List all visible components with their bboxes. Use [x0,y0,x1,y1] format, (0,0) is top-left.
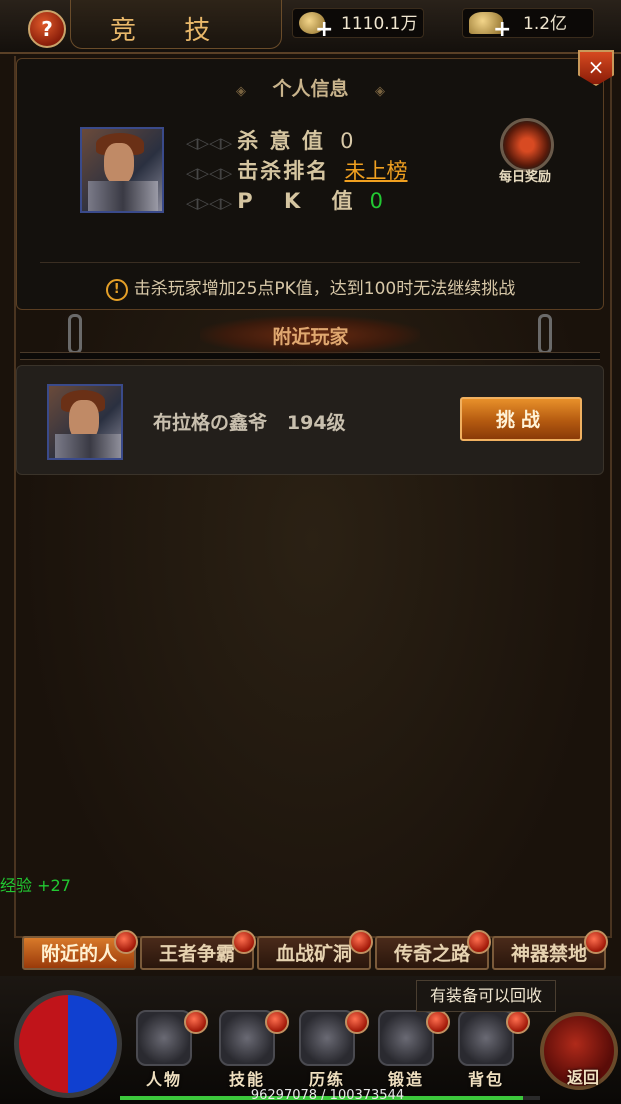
arrow-decoration-icon: ◁▷◁▷ [186,134,233,152]
notification-dot-icon [506,1010,530,1034]
help-button[interactable]: ? [28,10,66,48]
exp-text: 96297078 / 100373544 [250,1088,405,1103]
pk-notice: ! 击杀玩家增加25点PK值，达到100时无法继续挑战 [0,274,621,301]
notification-dot-icon [265,1010,289,1034]
nearby-players-title: 附近玩家 [272,326,349,348]
daily-reward-button[interactable]: 每日奖励 [486,118,564,188]
player-level: 194级 [286,412,346,434]
self-avatar[interactable] [80,127,164,213]
nav-label: 技能 [228,1070,265,1089]
kill-intent-value: 0 [340,129,354,153]
pk-notice-text: 击杀玩家增加25点PK值，达到100时无法继续挑战 [133,279,516,299]
challenge-button[interactable]: 挑战 [460,397,582,441]
notification-dot-icon [584,930,608,954]
gift-box-icon [500,118,554,172]
divider [40,262,580,263]
recycle-tooltip[interactable]: 有装备可以回收 [416,980,556,1012]
coin-balance[interactable]: + 1110.1万 [292,8,424,42]
notification-dot-icon [349,930,373,954]
arrow-decoration-icon: ◁▷◁▷ [186,164,233,182]
notification-dot-icon [467,930,491,954]
stat-label: 击杀排名 [237,159,330,183]
player-name: 布拉格の鑫爷 [153,412,268,434]
warning-icon: ! [105,279,128,301]
ingot-balance[interactable]: + 1.2亿 [462,8,594,42]
hp-mp-orb-icon [14,990,122,1098]
stat-label: P K 值 [237,189,365,213]
stat-row-kill-rank: ◁▷◁▷ 击杀排名 未上榜 [186,155,408,185]
exp-log-value: +27 [37,876,71,895]
notification-dot-icon [232,930,256,954]
nav-label: 人物 [145,1070,182,1089]
nav-label: 背包 [467,1070,504,1089]
add-coin-icon[interactable]: + [315,15,333,45]
stat-label: 杀 意 值 [237,129,325,153]
daily-reward-label: 每日奖励 [498,170,551,185]
nav-label: 历练 [308,1070,345,1089]
notification-dot-icon [184,1010,208,1034]
diamond-icon: ◈ [236,84,247,99]
player-avatar[interactable] [47,384,123,460]
nav-label: 锻造 [387,1070,424,1089]
kill-rank-link[interactable]: 未上榜 [345,159,408,183]
notification-dot-icon [345,1010,369,1034]
pk-value: 0 [369,189,384,213]
back-label: 返回 [566,1068,599,1087]
exp-log-label: 经验 [0,876,33,895]
notification-dot-icon [426,1010,450,1034]
stat-row-pk-value: ◁▷◁▷ P K 值 0 [186,185,383,215]
arrow-decoration-icon: ◁▷◁▷ [186,194,233,212]
info-panel-title: ◈ 个人信息 ◈ [0,74,621,101]
info-title-text: 个人信息 [272,78,349,100]
coin-value: 1110.1万 [341,14,418,34]
diamond-icon: ◈ [374,84,385,99]
page-title: 竞 技 [110,16,231,46]
notification-dot-icon [114,930,138,954]
player-name-level: 布拉格の鑫爷 194级 [153,408,346,435]
stat-row-kill-intent: ◁▷◁▷ 杀 意 值 0 [186,125,354,155]
add-ingot-icon[interactable]: + [493,15,511,45]
exp-gain-log: 经验 +27 [0,872,71,896]
ingot-value: 1.2亿 [523,14,568,34]
